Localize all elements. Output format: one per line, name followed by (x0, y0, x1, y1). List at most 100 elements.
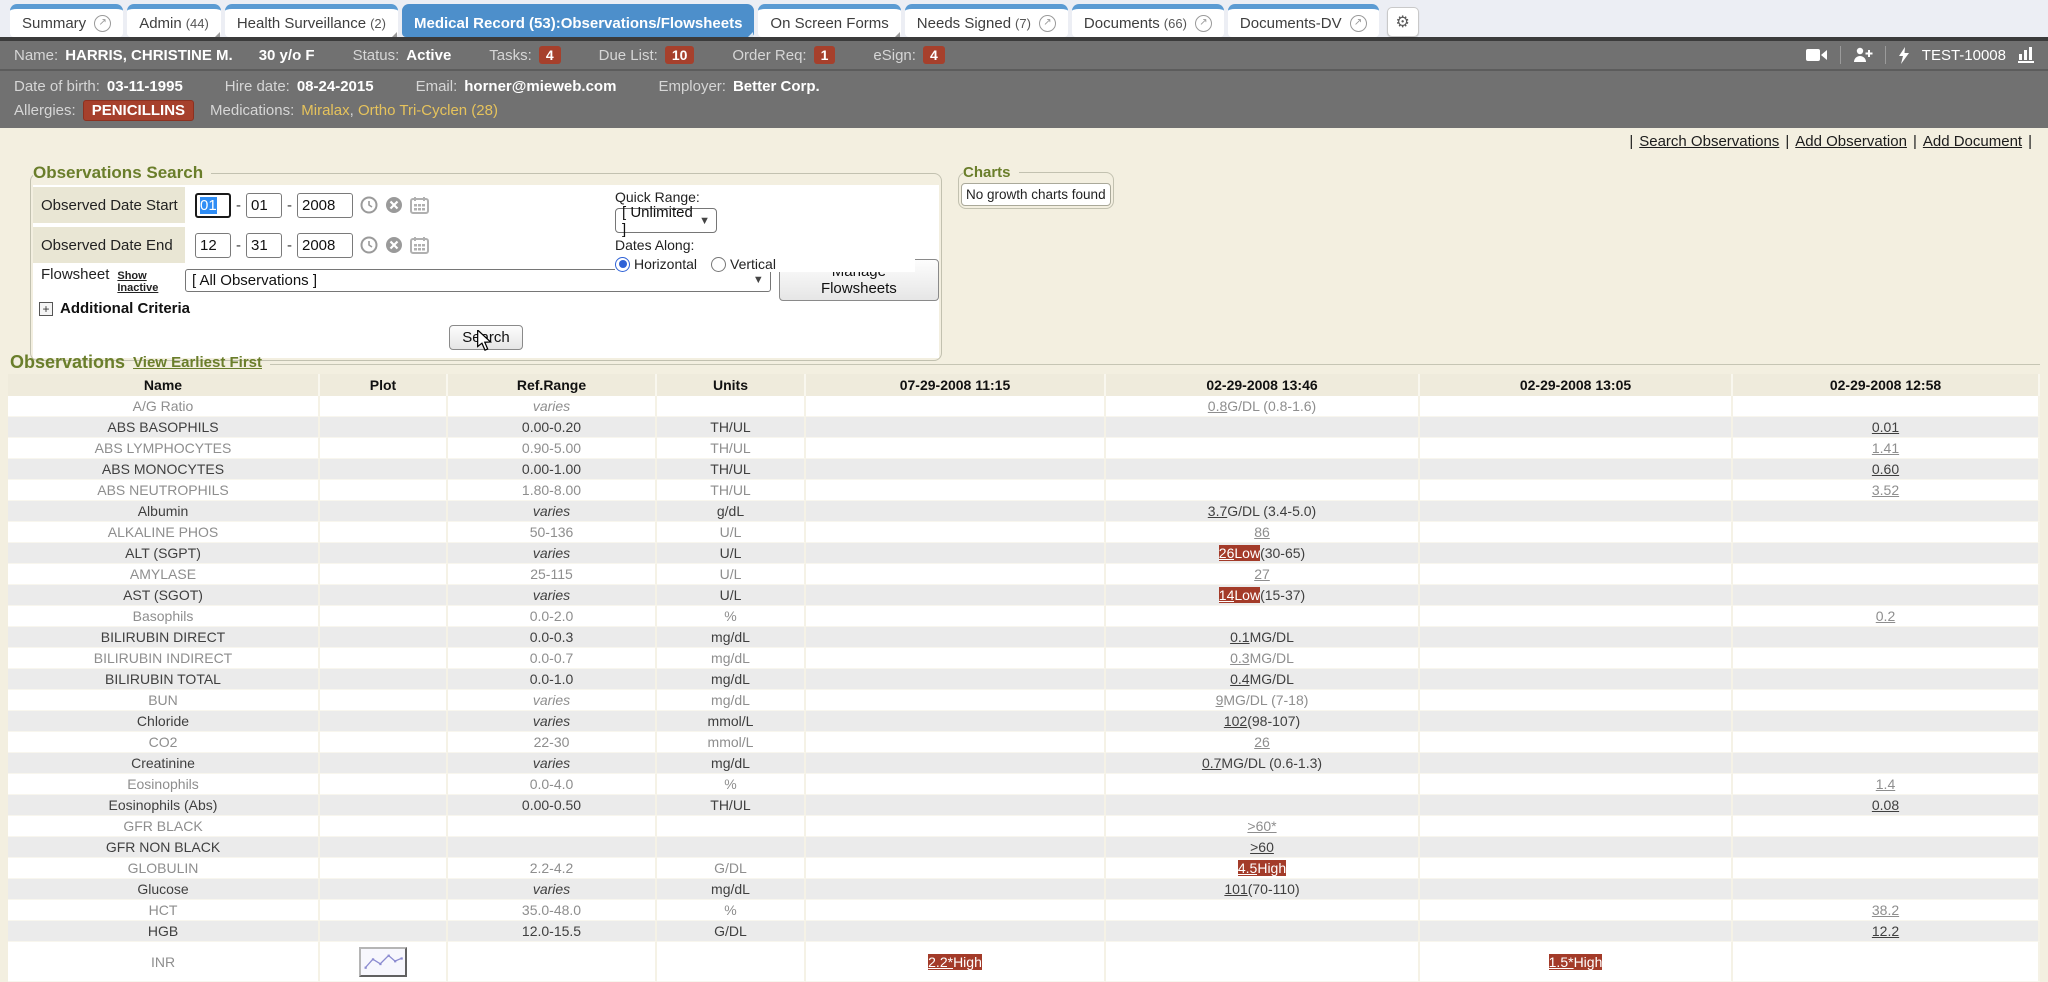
column-header[interactable]: 02-29-2008 13:05 (1420, 374, 1733, 396)
obs-value-link[interactable]: 0.8 (1208, 398, 1227, 414)
tab-health-surveillance[interactable]: Health Surveillance(2) (225, 4, 398, 37)
time-icon[interactable] (360, 196, 378, 214)
column-header[interactable]: 02-29-2008 12:58 (1733, 374, 2040, 396)
tab-on-screen-forms[interactable]: On Screen Forms (758, 4, 900, 37)
observation-row: AMYLASE25-115U/L27 (8, 564, 2040, 585)
calendar-icon[interactable] (410, 236, 429, 254)
obs-value-link[interactable]: 101 (1224, 881, 1247, 897)
external-link-icon[interactable]: ↗ (94, 15, 111, 32)
lightning-bolt-icon[interactable] (1898, 47, 1910, 64)
obs-value-link[interactable]: 3.52 (1872, 482, 1899, 498)
date-start-month-input[interactable]: 01 (195, 193, 231, 218)
tab-summary[interactable]: Summary↗ (10, 4, 123, 37)
obs-value-link[interactable]: 14 (1219, 587, 1235, 603)
external-link-icon[interactable]: ↗ (1039, 15, 1056, 32)
obs-value-link[interactable]: 1.5* (1549, 954, 1574, 970)
obs-plot-cell (320, 396, 448, 417)
tasks-count-badge[interactable]: 4 (539, 46, 561, 64)
obs-value-link[interactable]: 2.2* (928, 954, 953, 970)
calendar-icon[interactable] (410, 196, 429, 214)
radio-vertical[interactable]: Vertical (711, 256, 776, 272)
obs-value-link[interactable]: 3.7 (1208, 503, 1227, 519)
radio-horizontal[interactable]: Horizontal (615, 256, 697, 272)
obs-value-link[interactable]: 9 (1216, 692, 1224, 708)
time-icon[interactable] (360, 236, 378, 254)
obs-value-cell (1420, 711, 1733, 732)
obs-value-link[interactable]: 0.60 (1872, 461, 1899, 477)
tab-documents[interactable]: Documents(66)↗ (1072, 4, 1224, 37)
quick-range-select[interactable]: [ Unlimited ] ▼ (615, 208, 717, 233)
tab-medical-record-53-observations-flowsheets[interactable]: Medical Record (53):Observations/Flowshe… (402, 4, 754, 37)
obs-value-cell (1106, 480, 1420, 501)
obs-value-link[interactable]: 86 (1254, 524, 1270, 540)
additional-criteria-label[interactable]: Additional Criteria (60, 300, 190, 317)
expand-plus-icon[interactable]: + (39, 302, 53, 316)
view-earliest-first-link[interactable]: View Earliest First (133, 354, 262, 371)
obs-value-link[interactable]: 4.5 (1238, 860, 1257, 876)
obs-plot-cell (320, 648, 448, 669)
external-link-icon[interactable]: ↗ (1195, 15, 1212, 32)
obs-value-link[interactable]: 26 (1219, 545, 1235, 561)
obs-value-link[interactable]: 0.2 (1876, 608, 1895, 624)
clear-date-icon[interactable] (385, 196, 403, 214)
obs-value-link[interactable]: 26 (1254, 734, 1270, 750)
date-start-day-input[interactable] (246, 193, 282, 218)
add-observation-link[interactable]: Add Observation (1795, 133, 1907, 150)
obs-units-cell: G/DL (657, 921, 806, 942)
obs-value-link[interactable]: 1.4 (1876, 776, 1895, 792)
observation-row: Eosinophils0.0-4.0%1.4 (8, 774, 2040, 795)
obs-value-link[interactable]: 0.7 (1202, 755, 1221, 771)
obs-value-link[interactable]: 0.3 (1230, 650, 1249, 666)
video-camera-icon[interactable] (1806, 48, 1828, 62)
date-start-year-input[interactable] (297, 193, 353, 218)
due-list-label: Due List: (599, 47, 658, 64)
due-list-count-badge[interactable]: 10 (665, 46, 695, 64)
external-link-icon[interactable]: ↗ (1350, 15, 1367, 32)
medication-link[interactable]: Ortho Tri-Cyclen (28) (358, 102, 498, 119)
obs-name-cell: Basophils (8, 606, 320, 627)
esign-count-badge[interactable]: 4 (923, 46, 945, 64)
obs-value-cell (806, 879, 1106, 900)
column-header[interactable]: 02-29-2008 13:46 (1106, 374, 1420, 396)
obs-value-cell (806, 690, 1106, 711)
obs-value-cell (1420, 627, 1733, 648)
add-person-icon[interactable] (1853, 47, 1873, 63)
obs-value-link[interactable]: 102 (1224, 713, 1247, 729)
date-end-day-input[interactable] (246, 233, 282, 258)
medication-link[interactable]: Miralax (301, 102, 349, 119)
column-header[interactable]: Ref.Range (448, 374, 657, 396)
radio-button-checked[interactable] (615, 257, 630, 272)
bar-chart-icon[interactable] (2018, 47, 2034, 63)
employer-value: Better Corp. (733, 78, 820, 95)
obs-value-link[interactable]: 27 (1254, 566, 1270, 582)
column-header[interactable]: 07-29-2008 11:15 (806, 374, 1106, 396)
order-req-count-badge[interactable]: 1 (814, 46, 836, 64)
obs-value-link[interactable]: >60 (1250, 839, 1274, 855)
obs-value-link[interactable]: >60* (1247, 818, 1276, 834)
sparkline-plot-button[interactable] (359, 947, 407, 977)
column-header[interactable]: Name (8, 374, 320, 396)
obs-value-link[interactable]: 0.08 (1872, 797, 1899, 813)
column-header[interactable]: Plot (320, 374, 448, 396)
show-inactive-link[interactable]: Show Inactive (117, 270, 185, 294)
tab-admin[interactable]: Admin(44) (127, 4, 221, 37)
obs-value-cell: 26 (1106, 732, 1420, 753)
tab-documents-dv[interactable]: Documents-DV↗ (1228, 4, 1379, 37)
allergy-badge[interactable]: PENICILLINS (83, 100, 194, 121)
column-header[interactable]: Units (657, 374, 806, 396)
obs-value-link[interactable]: 0.01 (1872, 419, 1899, 435)
obs-value-link[interactable]: 0.1 (1230, 629, 1249, 645)
date-end-year-input[interactable] (297, 233, 353, 258)
tab-needs-signed[interactable]: Needs Signed(7)↗ (905, 4, 1068, 37)
obs-value-link[interactable]: 1.41 (1872, 440, 1899, 456)
chart-settings-button[interactable]: ⚙ (1387, 7, 1419, 37)
date-end-month-input[interactable] (195, 233, 231, 258)
clear-date-icon[interactable] (385, 236, 403, 254)
obs-value-cell (1733, 564, 2040, 585)
add-document-link[interactable]: Add Document (1923, 133, 2022, 150)
obs-value-link[interactable]: 38.2 (1872, 902, 1899, 918)
obs-value-link[interactable]: 12.2 (1872, 923, 1899, 939)
radio-button[interactable] (711, 257, 726, 272)
search-observations-link[interactable]: Search Observations (1639, 133, 1779, 150)
obs-value-link[interactable]: 0.4 (1230, 671, 1249, 687)
